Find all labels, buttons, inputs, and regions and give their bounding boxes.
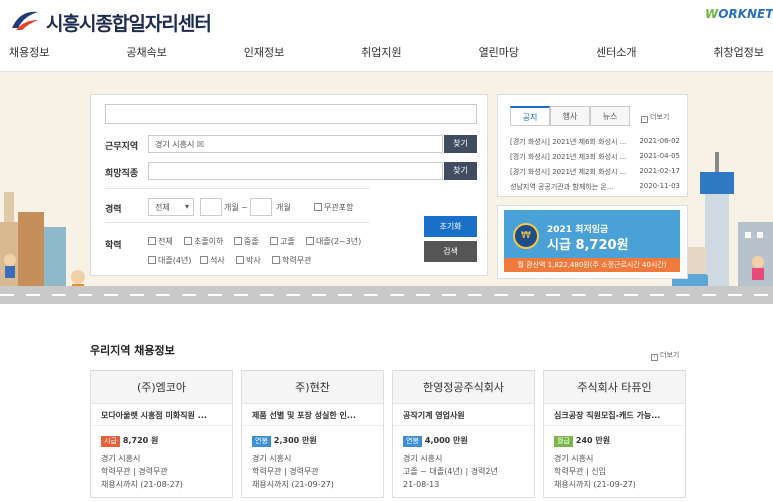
career-any-checkbox[interactable]: 무관포함 (314, 202, 353, 213)
job-deadline: 채용시까지 (21-09-27) (252, 480, 334, 489)
job-requirements: 학력무관 | 경력무관 (101, 467, 168, 476)
job-deadline: 21-08-13 (403, 480, 440, 489)
tab-notice[interactable]: 공지 (510, 106, 550, 126)
edu-option-college[interactable]: 대졸(2~3년) (306, 236, 361, 247)
pay-type-badge: 연봉 (252, 436, 271, 447)
notice-item[interactable]: [경기 화성시] 2021년 제3회 화성시 ... 2021-04-05 (510, 152, 680, 162)
road-marking (0, 294, 773, 296)
keyword-search-input[interactable] (105, 104, 477, 124)
main-nav: 채용정보 공채속보 인재정보 취업지원 열린마당 센터소개 취창업정보 (0, 38, 773, 68)
job-location: 경기 시흥시 (554, 454, 594, 463)
job-card[interactable]: 한영정공주식회사 공작기계 영업사원 연봉 4,000 만원 경기 시흥시 고졸 … (392, 370, 535, 498)
nav-item-talent[interactable]: 인재정보 (244, 38, 284, 68)
search-button[interactable]: 검색 (424, 241, 477, 262)
pay-amount: 8,720 원 (122, 436, 159, 445)
location-find-button[interactable]: 찾기 (444, 135, 477, 153)
jobs-section-title: 우리지역 채용정보 (90, 344, 175, 357)
pay-amount: 4,000 만원 (424, 436, 468, 445)
job-location: 경기 시흥시 (101, 454, 141, 463)
edu-option-university[interactable]: 대졸(4년) (148, 255, 191, 266)
career-from-input[interactable] (200, 198, 222, 216)
company-name: 주)현찬 (242, 371, 383, 404)
job-location: 경기 시흥시 (252, 454, 292, 463)
jobs-more-link[interactable]: › 더보기 (651, 350, 679, 361)
wage-monthly: 월 환산액 1,822,480원(주 소정근로시간 40시간) (504, 258, 680, 272)
reset-button[interactable]: 초기화 (424, 216, 477, 237)
nav-item-jobs[interactable]: 채용정보 (9, 38, 49, 68)
checkbox-icon (314, 203, 322, 211)
edu-option-any[interactable]: 학력무관 (272, 255, 311, 266)
job-requirements: 고졸 ~ 대졸(4년) | 경력2년 (403, 467, 498, 476)
job-location: 경기 시흥시 (403, 454, 443, 463)
job-requirements: 학력무관 | 신입 (554, 467, 606, 476)
pay-type-badge: 월급 (554, 436, 573, 447)
career-from-unit: 개월 ~ (224, 203, 248, 212)
pay-amount: 2,300 만원 (273, 436, 317, 445)
edu-option-middle[interactable]: 중졸 (234, 236, 259, 247)
notice-item[interactable]: 성남지역 공공기관과 함께하는 온... 2020-11-03 (510, 182, 680, 192)
location-label: 근무지역 (105, 142, 139, 152)
company-name: 주식회사 타퓨인 (544, 371, 685, 404)
nav-item-support[interactable]: 취업지원 (361, 38, 401, 68)
job-subject: 모다아울렛 시흥점 미화직원 ... (91, 404, 232, 426)
worknet-logo[interactable]: WORKNET (705, 7, 773, 21)
site-logo[interactable]: 시흥시종합일자리센터 (46, 9, 212, 36)
edu-option-high[interactable]: 고졸 (270, 236, 295, 247)
career-to-unit: 개월 (276, 203, 291, 212)
location-field[interactable]: 경기 시흥시 ☒ (148, 135, 443, 153)
money-bag-icon: ₩ (513, 223, 539, 249)
edu-option-doctor[interactable]: 박사 (236, 255, 261, 266)
pay-type-badge: 연봉 (403, 436, 422, 447)
career-to-input[interactable] (250, 198, 272, 216)
chevron-right-icon: › (651, 354, 658, 361)
job-deadline: 채용시까지 (21-08-27) (101, 480, 183, 489)
divider (105, 222, 370, 223)
job-card[interactable]: (주)엠코아 모다아울렛 시흥점 미화직원 ... 시급 8,720 원 경기 시… (90, 370, 233, 498)
job-deadline: 채용시까지 (21-09-27) (554, 480, 636, 489)
education-label: 학력 (105, 241, 122, 251)
chevron-down-icon: ▾ (184, 202, 189, 211)
pay-amount: 240 만원 (575, 436, 611, 445)
wage-amount: 시급 8,720원 (547, 238, 629, 253)
tab-events[interactable]: 행사 (550, 106, 590, 126)
nav-item-startup[interactable]: 취창업정보 (713, 38, 764, 68)
job-subject: 심크공장 직원모집-캐드 가능... (544, 404, 685, 426)
job-card[interactable]: 주)현찬 제품 선별 및 포장 성실한 인... 연봉 2,300 만원 경기 시… (241, 370, 384, 498)
job-type-field[interactable] (148, 162, 443, 180)
career-label: 경력 (105, 205, 122, 215)
edu-option-elementary[interactable]: 초졸이하 (184, 236, 223, 247)
tab-news[interactable]: 뉴스 (590, 106, 630, 126)
pay-type-badge: 시급 (101, 436, 120, 447)
nav-item-recruit-news[interactable]: 공채속보 (126, 38, 166, 68)
logo-icon (10, 6, 40, 32)
edu-option-master[interactable]: 석사 (200, 255, 225, 266)
job-subject: 제품 선별 및 포장 성실한 인... (242, 404, 383, 426)
nav-item-forum[interactable]: 열린마당 (479, 38, 519, 68)
job-type-find-button[interactable]: 찾기 (444, 162, 477, 180)
company-name: (주)엠코아 (91, 371, 232, 404)
edu-option-all[interactable]: 전체 (148, 236, 173, 247)
nav-item-about[interactable]: 센터소개 (596, 38, 636, 68)
notice-item[interactable]: [경기 화성시] 2021년 제2회 화성시 ... 2021-02-17 (510, 167, 680, 177)
job-subject: 공작기계 영업사원 (393, 404, 534, 426)
career-select[interactable]: 전체 ▾ (148, 198, 194, 216)
notice-item[interactable]: [경기 화성시] 2021년 제6회 화성시 ... 2021-06-02 (510, 137, 680, 147)
job-requirements: 학력무관 | 경력무관 (252, 467, 319, 476)
job-type-label: 희망직종 (105, 169, 139, 179)
chevron-right-icon: › (641, 116, 648, 123)
job-card[interactable]: 주식회사 타퓨인 심크공장 직원모집-캐드 가능... 월급 240 만원 경기 … (543, 370, 686, 498)
company-name: 한영정공주식회사 (393, 371, 534, 404)
divider (105, 188, 370, 189)
notice-more-link[interactable]: › 더보기 (641, 112, 669, 123)
